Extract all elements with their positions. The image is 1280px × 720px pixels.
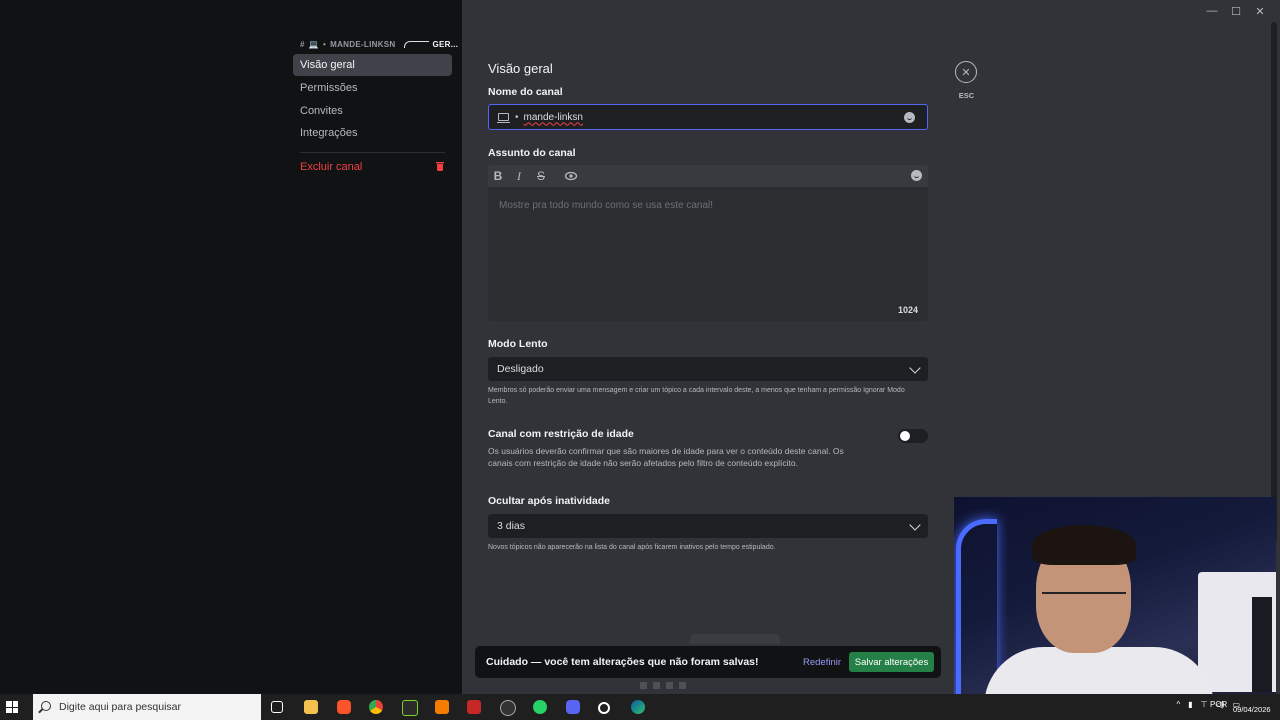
- minimize-button[interactable]: —: [1200, 2, 1224, 20]
- channel-topic-label: Assunto do canal: [488, 147, 576, 159]
- slowmode-value: Desligado: [497, 363, 544, 375]
- background-console: [1252, 597, 1272, 692]
- sublime-icon[interactable]: [435, 700, 449, 714]
- sidebar-item-label: Visão geral: [300, 59, 355, 71]
- window-controls: — ☐ ✕: [1200, 2, 1272, 20]
- format-toolbar: B I S: [488, 165, 928, 187]
- decorative-shape: [640, 678, 780, 692]
- age-restricted-help: Os usuários deverão confirmar que são ma…: [488, 446, 844, 468]
- breadcrumb: # 💻 • MANDE-LINKSN GER...: [300, 40, 458, 49]
- emoji-picker-icon[interactable]: [911, 170, 922, 181]
- hash-icon: #: [300, 40, 305, 49]
- search-icon: [41, 701, 51, 711]
- language-indicator[interactable]: POR: [1210, 700, 1227, 709]
- chevron-down-icon: [909, 362, 921, 374]
- strikethrough-icon[interactable]: S: [534, 168, 548, 184]
- laptop-icon: [497, 113, 510, 123]
- sidebar-item-label: Convites: [300, 105, 343, 117]
- delete-channel-button[interactable]: Excluir canal: [293, 156, 452, 178]
- channel-name-value: mande-linksn: [523, 111, 583, 123]
- unsaved-message: Cuidado — você tem alterações que não fo…: [486, 656, 759, 668]
- edge-icon[interactable]: [631, 700, 645, 714]
- slowmode-label: Modo Lento: [488, 338, 548, 350]
- page-title: Visão geral: [488, 61, 553, 76]
- delete-channel-label: Excluir canal: [300, 161, 363, 173]
- taskbar-search[interactable]: Digite aqui para pesquisar: [33, 694, 261, 720]
- slowmode-help: Membros só poderão enviar uma mensagem e…: [488, 387, 905, 405]
- eye-icon[interactable]: [564, 168, 578, 184]
- chevron-up-icon[interactable]: ^: [1176, 700, 1180, 709]
- emoji-picker-icon[interactable]: [904, 112, 915, 123]
- file-explorer-icon[interactable]: [304, 700, 318, 714]
- sidebar-item-label: Integrações: [300, 127, 358, 139]
- age-restricted-label: Canal com restrição de idade: [488, 428, 634, 440]
- channel-topic-editor[interactable]: B I S Mostre pra todo mundo como se usa …: [488, 165, 928, 321]
- breadcrumb-category: GER...: [432, 40, 459, 49]
- network-icon[interactable]: ⊤: [1201, 700, 1208, 709]
- topic-placeholder: Mostre pra todo mundo como se usa este c…: [499, 200, 714, 211]
- save-changes-button[interactable]: Salvar alterações: [849, 652, 934, 672]
- bullet-icon: •: [323, 40, 327, 49]
- sidebar-item-integrations[interactable]: Integrações: [293, 122, 452, 144]
- obs-icon[interactable]: [500, 700, 516, 716]
- chevron-down-icon: [909, 519, 921, 531]
- hide-inactivity-help: Novos tópicos não aparecerão na lista do…: [488, 544, 776, 551]
- capcut-icon[interactable]: [402, 700, 418, 716]
- close-icon: ✕: [961, 66, 971, 79]
- sidebar-item-label: Permissões: [300, 82, 358, 94]
- sidebar-item-overview[interactable]: Visão geral: [293, 54, 452, 76]
- sidebar-item-invites[interactable]: Convites: [293, 100, 452, 122]
- brave-browser-icon[interactable]: [337, 700, 351, 714]
- microphone-icon[interactable]: ▮: [1188, 700, 1192, 709]
- esc-label: ESC: [958, 91, 975, 100]
- close-window-button[interactable]: ✕: [1248, 2, 1272, 20]
- close-settings-button[interactable]: ✕: [955, 61, 977, 83]
- maximize-button[interactable]: ☐: [1224, 2, 1248, 20]
- discord-app: # 💻 • MANDE-LINKSN GER... Visão geral Pe…: [0, 0, 1280, 705]
- scrollbar[interactable]: [1271, 22, 1277, 542]
- breadcrumb-channel: MANDE-LINKSN: [330, 40, 396, 49]
- sidebar-divider: [300, 152, 445, 153]
- whatsapp-icon[interactable]: [533, 700, 547, 714]
- discord-icon[interactable]: [566, 700, 580, 714]
- person-glasses: [1042, 592, 1126, 610]
- reset-button[interactable]: Redefinir: [803, 657, 841, 668]
- task-view-icon[interactable]: [271, 701, 283, 713]
- hide-inactivity-value: 3 dias: [497, 520, 526, 532]
- trash-icon: [436, 162, 444, 171]
- age-restricted-toggle[interactable]: [898, 429, 928, 443]
- hide-inactivity-label: Ocultar após inatividade: [488, 495, 610, 507]
- slowmode-select[interactable]: Desligado: [488, 357, 928, 381]
- thread-line-icon: [403, 41, 429, 48]
- toggle-knob: [900, 431, 910, 441]
- laptop-icon: 💻: [308, 40, 320, 49]
- italic-icon[interactable]: I: [512, 168, 526, 184]
- sidebar-item-permissions[interactable]: Permissões: [293, 77, 452, 99]
- windows-taskbar: Digite aqui para pesquisar ^ ▮ ⊤ ◁) ▭ PO…: [0, 694, 1280, 720]
- settings-icon[interactable]: [598, 702, 610, 714]
- windows-start-icon[interactable]: [6, 701, 18, 713]
- bullet-icon: •: [515, 111, 519, 123]
- webcam-overlay: [954, 497, 1276, 705]
- taskbar-date[interactable]: 09/04/2026: [1233, 705, 1271, 714]
- system-tray: ^ ▮ ⊤ ◁) ▭: [1176, 700, 1240, 709]
- channel-name-label: Nome do canal: [488, 86, 563, 98]
- settings-sidebar: # 💻 • MANDE-LINKSN GER... Visão geral Pe…: [0, 0, 462, 694]
- chrome-icon[interactable]: [369, 700, 383, 714]
- app-icon[interactable]: [467, 700, 481, 714]
- bold-icon[interactable]: B: [491, 168, 505, 184]
- hide-inactivity-select[interactable]: 3 dias: [488, 514, 928, 538]
- taskbar-search-placeholder: Digite aqui para pesquisar: [59, 701, 181, 713]
- character-counter: 1024: [897, 305, 918, 315]
- decorative-shape: [690, 634, 780, 644]
- unsaved-changes-bar: Cuidado — você tem alterações que não fo…: [475, 646, 941, 678]
- person-hair: [1032, 525, 1136, 565]
- channel-name-input[interactable]: • mande-linksn: [488, 104, 928, 130]
